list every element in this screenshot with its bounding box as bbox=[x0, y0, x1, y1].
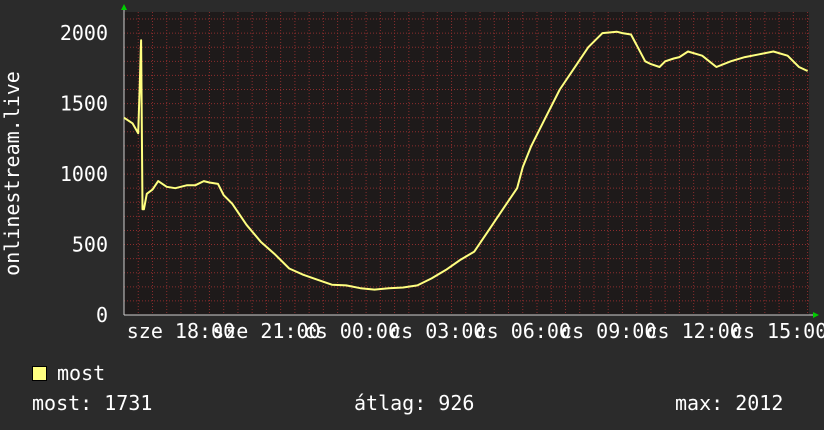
x-tick-label: cs 09:00 bbox=[560, 319, 656, 343]
y-axis-ticks: 0 500 1000 1500 2000 bbox=[60, 21, 108, 327]
y-tick-label: 0 bbox=[96, 303, 108, 327]
y-tick-label: 1500 bbox=[60, 92, 108, 116]
x-tick-label: cs 06:00 bbox=[475, 319, 571, 343]
y-tick-label: 2000 bbox=[60, 21, 108, 45]
line-chart: 0 500 1000 1500 2000 sze 18:00sze 21:00cs 00… bbox=[0, 4, 824, 343]
x-axis-ticks: sze 18:00sze 21:00cs 00:00cs 03:00cs 06:… bbox=[127, 319, 824, 343]
y-axis-label: onlinestream.live bbox=[0, 71, 24, 276]
legend: most bbox=[32, 361, 106, 385]
x-tick-label: cs 15:00 bbox=[731, 319, 824, 343]
x-tick-label: cs 00:00 bbox=[304, 319, 400, 343]
stat-average-value: 926 bbox=[438, 391, 475, 415]
y-tick-label: 1000 bbox=[60, 162, 108, 186]
stat-average-label: átlag: bbox=[354, 391, 427, 415]
chart-container: 0 500 1000 1500 2000 sze 18:00 sze 21:00 cs 00… bbox=[0, 0, 824, 430]
stat-current-label: most: bbox=[32, 391, 93, 415]
x-axis-arrow bbox=[813, 312, 819, 318]
x-tick-label: cs 03:00 bbox=[389, 319, 485, 343]
x-tick-label: cs 12:00 bbox=[645, 319, 741, 343]
stat-average: átlag: 926 bbox=[354, 391, 474, 415]
stat-max-value: 2012 bbox=[735, 391, 784, 415]
legend-label: most bbox=[57, 361, 106, 385]
stat-current-value: 1731 bbox=[104, 391, 153, 415]
stat-max: max: 2012 bbox=[675, 391, 783, 415]
stat-max-label: max: bbox=[675, 391, 724, 415]
stat-current: most: 1731 bbox=[32, 391, 152, 415]
legend-swatch bbox=[32, 365, 47, 381]
y-tick-label: 500 bbox=[72, 233, 108, 257]
y-axis-arrow bbox=[121, 4, 127, 10]
plot-area bbox=[124, 12, 809, 315]
